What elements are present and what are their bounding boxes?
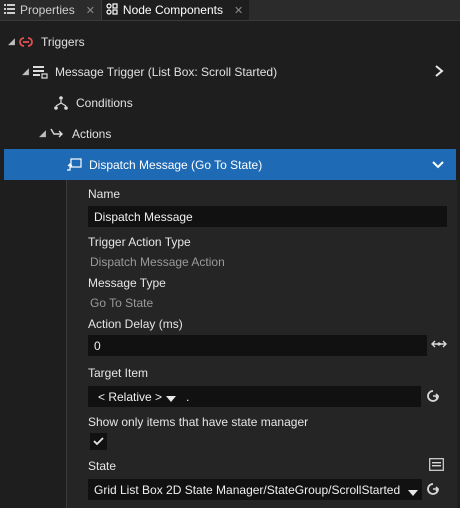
name-label: Name	[88, 187, 121, 201]
action-details-panel: Name Dispatch Message Trigger Action Typ…	[66, 180, 457, 508]
dispatch-message-icon	[66, 157, 82, 173]
target-item-path-input[interactable]: .	[182, 386, 421, 407]
tab-node-components-label: Node Components	[122, 3, 223, 17]
trigger-action-type-label: Trigger Action Type	[88, 235, 191, 249]
tab-properties-label: Properties	[20, 3, 75, 17]
action-delay-label: Action Delay (ms)	[88, 317, 183, 331]
state-label: State	[88, 459, 117, 473]
properties-icon	[4, 3, 15, 17]
message-type-label: Message Type	[88, 276, 166, 290]
tree-row-conditions[interactable]: Conditions	[0, 87, 460, 118]
expand-arrow-icon[interactable]: ◢	[22, 66, 32, 77]
node-components-icon	[106, 2, 118, 18]
tree-label-dispatch-message: Dispatch Message (Go To State)	[89, 157, 263, 172]
tree-row-message-trigger[interactable]: ◢ Message Trigger (List Box: Scroll Star…	[0, 56, 460, 87]
actions-icon	[49, 126, 65, 142]
chevron-down-icon[interactable]	[432, 157, 444, 173]
tree-label-message-trigger: Message Trigger (List Box: Scroll Starte…	[55, 64, 278, 79]
expand-arrow-icon[interactable]: ◢	[8, 36, 18, 47]
show-only-state-manager-checkbox[interactable]	[90, 433, 107, 450]
target-item-relative-dropdown[interactable]: < Relative >	[88, 386, 182, 407]
tab-bar: Properties ✕ Node Components ✕	[0, 0, 460, 21]
trigger-icon	[18, 34, 34, 50]
drag-value-icon[interactable]	[431, 338, 447, 353]
action-delay-input[interactable]: 0	[88, 335, 427, 356]
tree-label-conditions: Conditions	[76, 95, 133, 110]
message-trigger-icon	[32, 64, 48, 80]
reset-icon[interactable]	[426, 389, 440, 406]
target-item-selector-value: < Relative >	[98, 389, 163, 404]
tree-label-actions: Actions	[72, 126, 112, 141]
message-type-value: Go To State	[90, 296, 154, 310]
reset-icon[interactable]	[426, 482, 440, 499]
close-icon[interactable]: ✕	[234, 4, 243, 17]
close-icon[interactable]: ✕	[86, 4, 95, 17]
trigger-action-type-value: Dispatch Message Action	[90, 255, 225, 269]
name-input[interactable]: Dispatch Message	[88, 206, 447, 227]
tree-row-dispatch-message[interactable]: Dispatch Message (Go To State)	[4, 149, 456, 180]
state-manager-picker-icon[interactable]	[429, 458, 444, 474]
state-dropdown[interactable]: Grid List Box 2D State Manager/StateGrou…	[88, 479, 422, 500]
tab-properties[interactable]: Properties ✕	[0, 0, 101, 20]
tree-row-triggers[interactable]: ◢ Triggers	[0, 26, 460, 57]
chevron-right-icon[interactable]	[434, 64, 444, 80]
conditions-icon	[53, 95, 69, 111]
target-item-label: Target Item	[88, 366, 149, 380]
dropdown-arrow-icon	[166, 392, 176, 406]
state-dropdown-value: Grid List Box 2D State Manager/StateGrou…	[94, 482, 401, 497]
tree-label-triggers: Triggers	[41, 34, 85, 49]
expand-arrow-icon[interactable]: ◢	[39, 128, 49, 139]
dropdown-arrow-icon	[408, 486, 418, 500]
show-only-state-manager-label: Show only items that have state manager	[88, 415, 309, 429]
tree-row-actions[interactable]: ◢ Actions	[0, 118, 460, 149]
tab-node-components[interactable]: Node Components ✕	[101, 0, 250, 20]
